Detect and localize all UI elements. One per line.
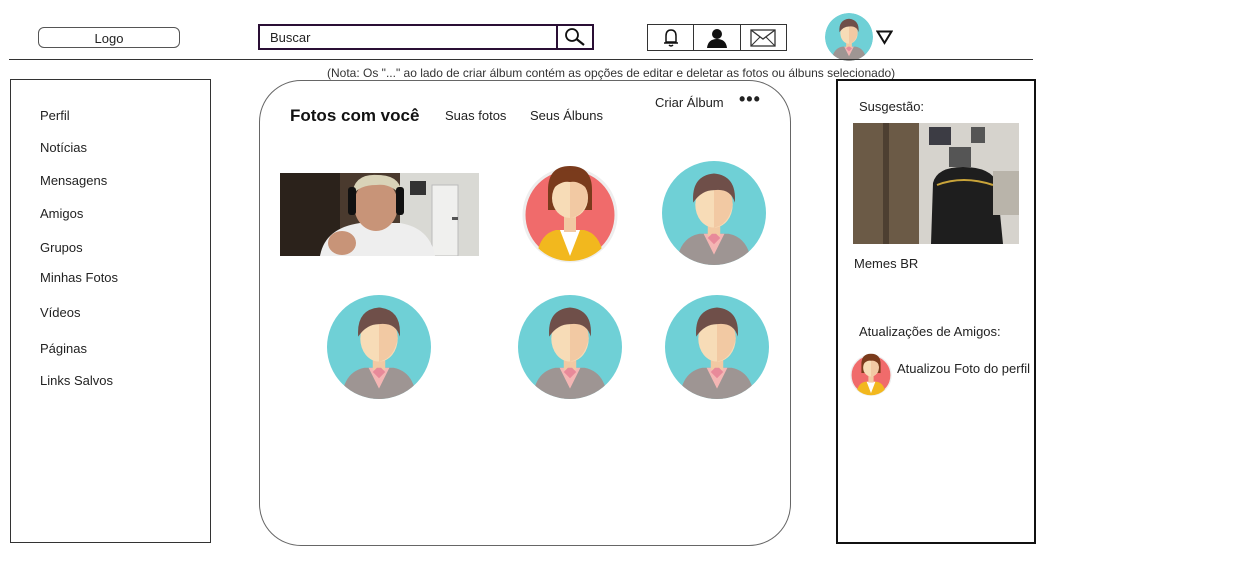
tab-suas-fotos[interactable]: Suas fotos — [445, 108, 506, 123]
photo-male-avatar-4[interactable] — [665, 295, 769, 399]
notifications-button[interactable] — [648, 25, 695, 50]
bell-icon — [663, 28, 678, 47]
suggestion-image[interactable] — [853, 123, 1019, 244]
sidebar-item-noticias[interactable]: Notícias — [40, 140, 87, 155]
sidebar-item-links-salvos[interactable]: Links Salvos — [40, 373, 113, 388]
create-album-button[interactable]: Criar Álbum — [655, 95, 724, 110]
sidebar: Perfil Notícias Mensagens Amigos Grupos … — [10, 79, 211, 543]
search-input[interactable] — [260, 26, 556, 48]
sidebar-item-grupos[interactable]: Grupos — [40, 240, 83, 255]
search-bar — [258, 24, 594, 50]
suggestion-heading: Susgestão: — [859, 99, 925, 114]
caret-down-icon — [875, 30, 894, 45]
sidebar-item-minhas-fotos[interactable]: Minhas Fotos — [40, 270, 118, 285]
photo-male-avatar-1[interactable] — [662, 161, 766, 265]
sidebar-item-mensagens[interactable]: Mensagens — [40, 173, 107, 188]
logo[interactable]: Logo — [38, 27, 180, 48]
search-button[interactable] — [556, 26, 592, 48]
note-text: (Nota: Os "..." ao lado de criar álbum c… — [327, 66, 896, 80]
messages-button[interactable] — [741, 25, 786, 50]
mail-icon — [750, 28, 776, 47]
photo-male-avatar-3[interactable] — [518, 295, 622, 399]
user-icon — [706, 28, 727, 48]
photo-male-avatar-2[interactable] — [327, 295, 431, 399]
page-title: Fotos com você — [290, 106, 420, 125]
profile-menu-toggle[interactable] — [875, 30, 894, 50]
header-icon-bar — [647, 24, 787, 51]
friends-button[interactable] — [694, 25, 741, 50]
friend-avatar[interactable] — [849, 349, 893, 397]
search-icon — [565, 28, 585, 46]
tab-seus-albuns[interactable]: Seus Álbuns — [530, 108, 603, 123]
more-options-button[interactable]: ••• — [739, 89, 761, 110]
sidebar-item-paginas[interactable]: Páginas — [40, 341, 87, 356]
sidebar-item-amigos[interactable]: Amigos — [40, 206, 83, 221]
photo-female-avatar[interactable] — [520, 155, 620, 265]
friends-updates-heading: Atualizações de Amigos: — [859, 324, 1001, 339]
sidebar-item-perfil[interactable]: Perfil — [40, 108, 70, 123]
suggestion-name[interactable]: Memes BR — [854, 256, 918, 271]
header-divider — [9, 59, 1033, 60]
friend-update-text[interactable]: Atualizou Foto do perfil — [897, 361, 1030, 376]
sidebar-item-videos[interactable]: Vídeos — [40, 305, 80, 320]
photo-webcam[interactable] — [280, 173, 479, 257]
profile-avatar[interactable] — [825, 13, 873, 61]
